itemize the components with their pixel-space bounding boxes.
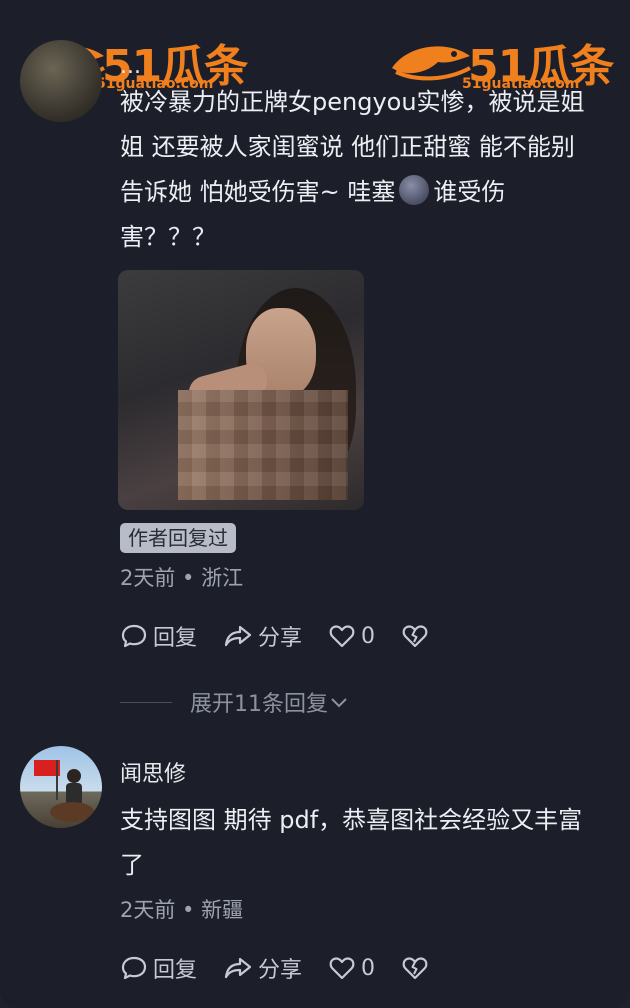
comment-text-line: 支持图图 期待 pdf，恭喜图社会经验又丰富 [120, 806, 583, 834]
chevron-down-icon [331, 698, 347, 708]
speech-bubble-icon [121, 624, 147, 648]
reply-button[interactable]: 回复 [120, 620, 197, 652]
heart-icon [329, 625, 355, 648]
share-label: 分享 [258, 626, 303, 651]
broken-heart-icon [402, 957, 428, 980]
speech-bubble-icon [121, 956, 147, 980]
broken-heart-icon [402, 625, 428, 648]
share-button[interactable]: 分享 [223, 620, 302, 652]
avatar-image [34, 760, 94, 822]
comment-username[interactable]: 闻思修 [120, 756, 186, 788]
comment-text-line: 姐 还要被人家闺蜜说 他们正甜蜜 能不能别 [120, 133, 575, 161]
comment-meta: 2天前 • 新疆 [120, 898, 244, 922]
heart-icon [329, 957, 355, 980]
comment-actions: 回复 分享 0 [120, 620, 460, 652]
comment-text-line: 害？？？ [120, 223, 216, 251]
dislike-button[interactable] [401, 622, 434, 650]
author-replied-badge: 作者回复过 [120, 523, 236, 553]
avatar[interactable] [20, 40, 102, 122]
comment-text: 被冷暴力的正牌女pengyou实惨，被说是姐 姐 还要被人家闺蜜说 他们正甜蜜 … [120, 80, 620, 260]
image-mosaic [178, 390, 348, 500]
comment-text-line: 被冷暴力的正牌女pengyou实惨，被说是姐 [120, 88, 585, 116]
comment-text-segment: 告诉她 怕她受伤害~ 哇塞 [120, 178, 396, 206]
divider [120, 701, 172, 703]
share-arrow-icon [224, 625, 252, 647]
comment-text-line: 告诉她 怕她受伤害~ 哇塞 谁受伤 [120, 170, 620, 215]
share-button[interactable]: 分享 [223, 952, 302, 984]
comment-username[interactable]: ... [120, 54, 141, 79]
comment-meta: 2天前 • 浙江 [120, 566, 244, 590]
like-count: 0 [361, 623, 376, 649]
new-moon-face-emoji-icon [399, 175, 430, 205]
share-label: 分享 [258, 958, 303, 983]
like-button[interactable]: 0 [328, 622, 375, 650]
comment-image[interactable] [118, 270, 364, 510]
like-count: 0 [361, 955, 376, 981]
avatar[interactable] [20, 746, 102, 828]
dislike-button[interactable] [401, 954, 434, 982]
comment-text: 支持图图 期待 pdf，恭喜图社会经验又丰富 了 [120, 798, 620, 888]
expand-replies-label: 展开11条回复 [190, 692, 328, 717]
reply-label: 回复 [153, 626, 198, 651]
reply-label: 回复 [153, 958, 198, 983]
comment-text-segment: 谁受伤 [433, 178, 506, 206]
comment-text-line: 了 [120, 851, 144, 879]
expand-replies-button[interactable]: 展开11条回复 [120, 686, 350, 718]
reply-button[interactable]: 回复 [120, 952, 197, 984]
share-arrow-icon [224, 957, 252, 979]
comment-actions: 回复 分享 0 [120, 952, 460, 984]
like-button[interactable]: 0 [328, 954, 375, 982]
